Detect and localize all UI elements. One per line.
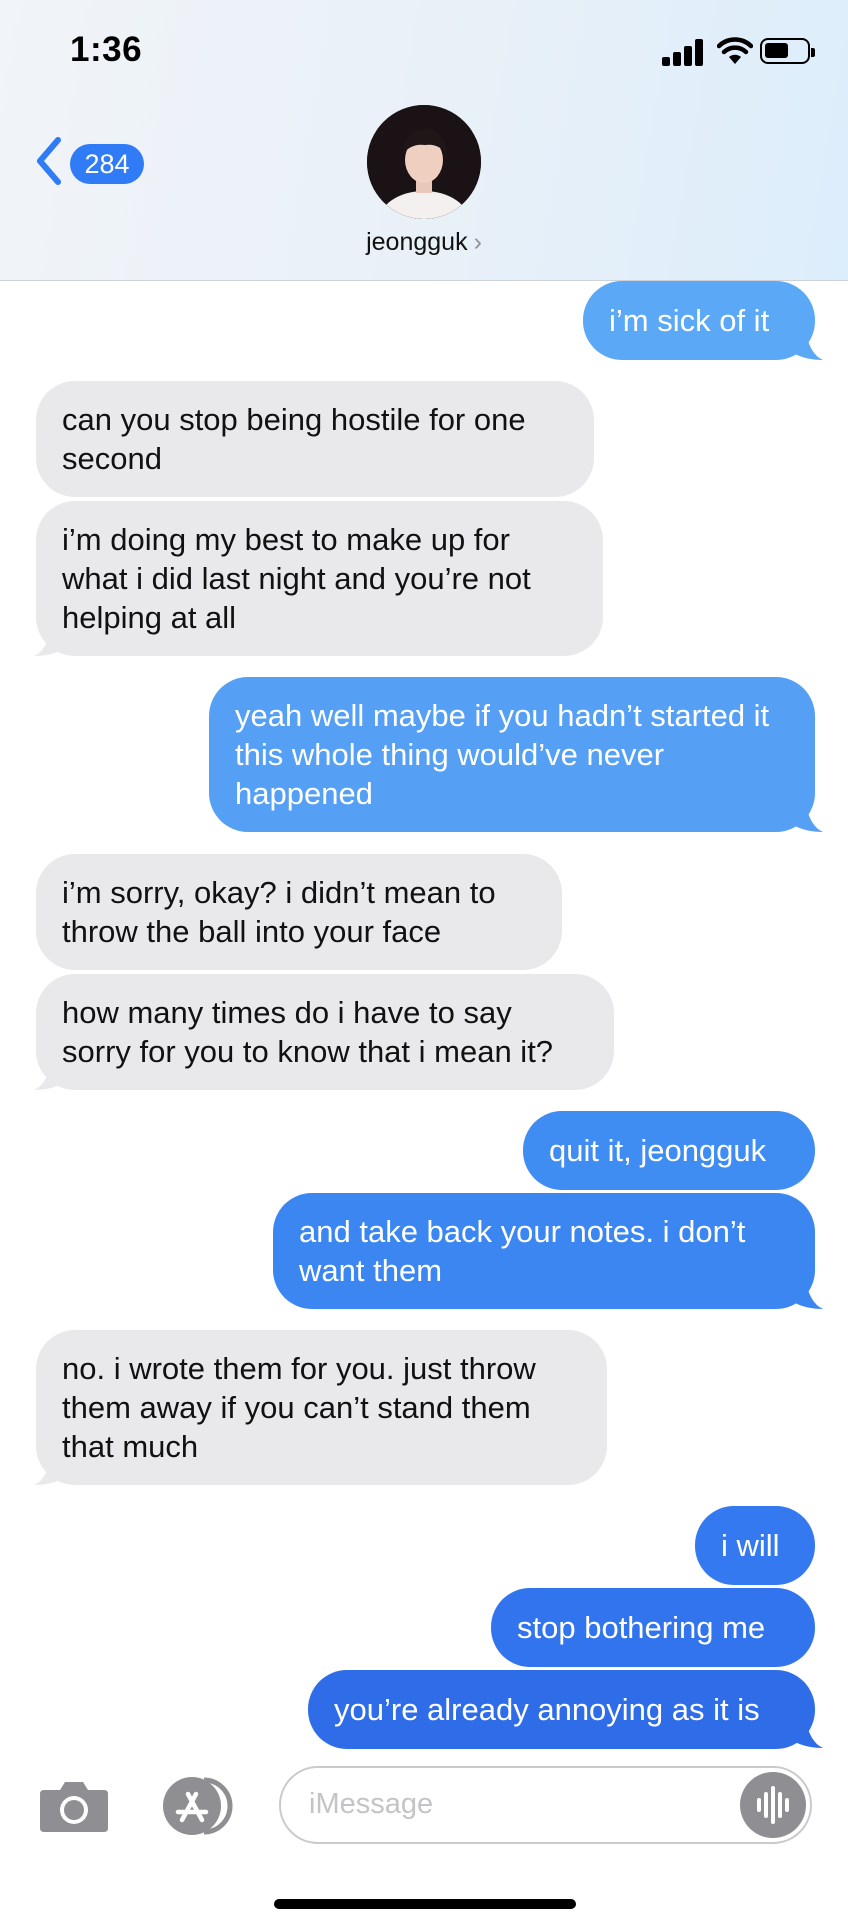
message-bubble-outgoing[interactable]: i’m sick of it [583,281,815,360]
message-bubble-outgoing[interactable]: and take back your notes. i don’t want t… [273,1193,815,1309]
signal-icon [662,38,706,66]
message-bubble-outgoing[interactable]: i will [695,1506,815,1585]
unread-count-badge[interactable]: 284 [70,144,144,184]
message-bubble-incoming[interactable]: i’m doing my best to make up for what i … [36,501,603,656]
audio-waveform-icon[interactable] [740,1772,806,1838]
back-chevron-icon[interactable] [34,136,64,186]
message-bubble-incoming[interactable]: can you stop being hostile for one secon… [36,381,594,497]
contact-avatar[interactable] [367,105,481,219]
bubble-tail [34,1058,62,1090]
bubble-tail [34,1453,62,1485]
conversation-header: 1:36 284 jeongguk › [0,0,848,281]
chevron-right-icon: › [473,228,482,256]
message-bubble-outgoing[interactable]: quit it, jeongguk [523,1111,815,1190]
wifi-icon [717,37,753,64]
status-time: 1:36 [70,30,143,69]
imessage-placeholder: iMessage [309,1788,434,1820]
message-bubble-outgoing[interactable]: yeah well maybe if you hadn’t started it… [209,677,815,832]
home-indicator[interactable] [274,1899,576,1909]
bubble-tail [795,1716,823,1748]
message-bubble-outgoing[interactable]: you’re already annoying as it is [308,1670,815,1749]
bubble-tail [795,1277,823,1309]
imessage-input[interactable]: iMessage [279,1766,812,1844]
message-bubble-incoming[interactable]: how many times do i have to say sorry fo… [36,974,614,1090]
camera-icon[interactable] [38,1778,110,1834]
app-store-icon[interactable] [158,1774,242,1838]
contact-name-row[interactable]: jeongguk › [0,228,848,257]
battery-icon [760,38,815,64]
contact-name[interactable]: jeongguk [366,228,467,256]
bubble-tail [34,624,62,656]
bubble-tail [795,800,823,832]
message-bubble-outgoing[interactable]: stop bothering me [491,1588,815,1667]
message-bubble-incoming[interactable]: no. i wrote them for you. just throw the… [36,1330,607,1485]
message-bubble-incoming[interactable]: i’m sorry, okay? i didn’t mean to throw … [36,854,562,970]
bubble-tail [795,328,823,360]
